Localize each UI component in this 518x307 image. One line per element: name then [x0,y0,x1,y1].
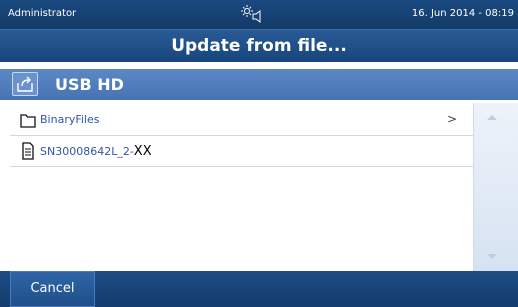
document-icon [20,142,36,160]
dialog-header: Update from file... [0,29,518,62]
list-item-binaryfiles[interactable]: BinaryFiles > [10,105,473,136]
file-name: BinaryFiles [40,113,100,126]
chevron-right-icon: > [446,112,457,126]
folder-up-icon [17,76,33,92]
page-title: Update from file... [171,36,347,56]
scroll-down-icon[interactable] [487,254,497,259]
footer-bar: Cancel [0,271,518,307]
status-icons [240,4,266,24]
status-bar: Administrator 16. Jun 2014 - 08:19 [0,0,518,29]
datetime-label: 16. Jun 2014 - 08:19 [411,8,514,19]
brightness-icon [241,5,253,17]
user-label: Administrator [8,8,77,19]
folder-icon [20,111,36,129]
folder-up-button[interactable] [12,72,38,96]
scrollbar[interactable] [473,103,518,271]
scroll-up-icon[interactable] [487,115,497,120]
cancel-button[interactable]: Cancel [10,271,95,307]
file-list: BinaryFiles > SN30008642L_2-XX [10,105,473,167]
speaker-icon [252,10,261,23]
file-name: SN30008642L_2-XX [40,144,152,159]
list-item-sn30008642l[interactable]: SN30008642L_2-XX [10,136,473,167]
current-location: USB HD [55,75,124,94]
file-name-main: SN30008642L_2- [40,145,134,158]
file-name-suffix: XX [133,144,152,159]
path-bar: USB HD [0,69,518,100]
